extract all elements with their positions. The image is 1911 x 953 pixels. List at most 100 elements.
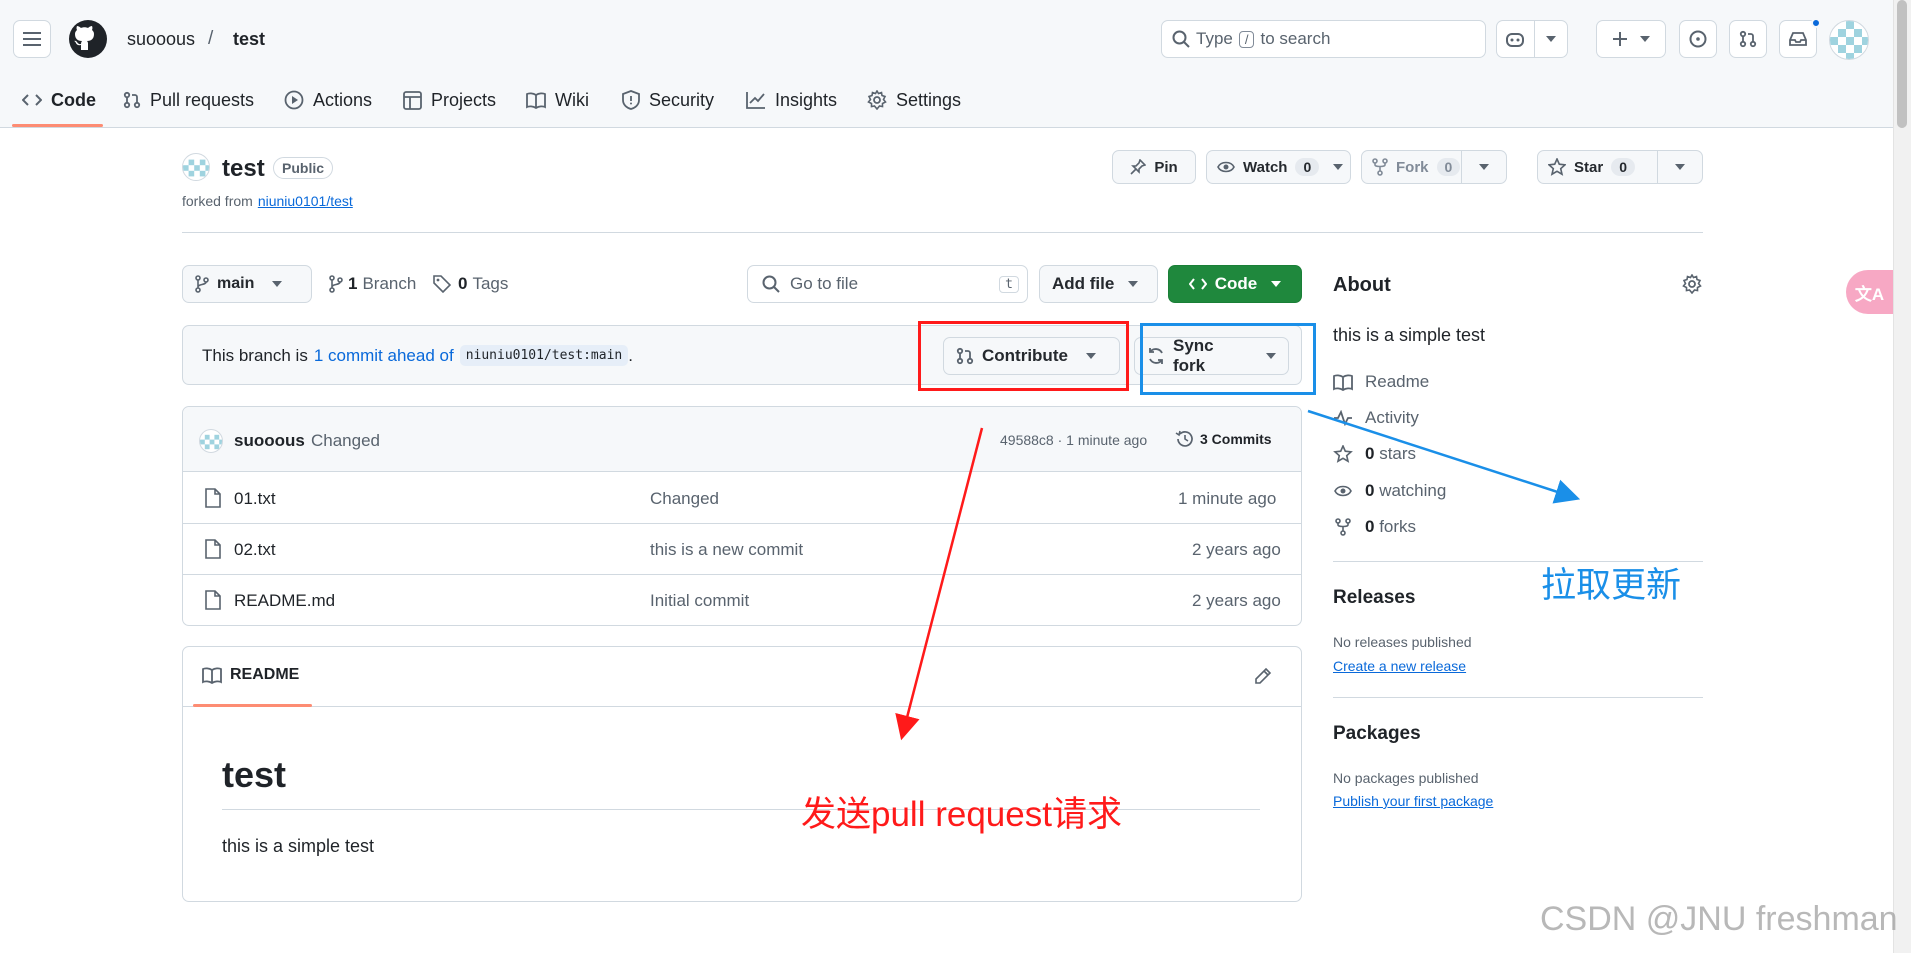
tab-actions[interactable]: Actions [284,86,372,114]
tab-settings[interactable]: Settings [867,86,961,114]
sidebar-watching-link[interactable]: 0 watching [1333,481,1446,501]
add-file-button[interactable]: Add file [1039,265,1158,303]
search-placeholder-end: to search [1260,29,1331,48]
pull-requests-button[interactable] [1729,20,1767,58]
user-avatar[interactable] [1829,20,1869,60]
commit-count: 3 Commits [1200,431,1272,447]
sidebar-stars-link[interactable]: 0 stars [1333,444,1416,464]
search-shortcut-key: / [1238,30,1255,48]
search-placeholder-start: Type [1196,29,1233,48]
chevron-down-icon [1640,36,1650,42]
fork-dropdown-button[interactable] [1461,150,1507,184]
branches-link[interactable]: 1 Branch [329,274,416,294]
go-to-file-input[interactable]: Go to file t [747,265,1028,303]
issues-button[interactable] [1679,20,1717,58]
watching-label: watching [1379,481,1447,500]
code-button[interactable]: Code [1168,265,1302,303]
git-branch-icon [195,275,209,293]
tab-label: Pull requests [150,89,255,110]
visibility-badge: Public [273,157,334,179]
star-button[interactable]: Star 0 [1537,150,1668,184]
pencil-icon[interactable] [1254,667,1272,685]
tab-label: Code [51,89,96,110]
tab-label: Actions [313,89,373,110]
stars-count: 0 [1365,444,1375,463]
tab-label: Wiki [555,89,589,110]
translate-badge[interactable]: 文A [1846,270,1893,314]
releases-heading[interactable]: Releases [1333,587,1415,609]
watch-button[interactable]: Watch 0 [1206,150,1351,184]
history-icon [1175,430,1194,448]
owner-link[interactable]: suooous [127,29,195,50]
tab-security[interactable]: Security [622,86,714,114]
commits-history-link[interactable]: 3 Commits [1175,430,1272,448]
readme-tab-label: README [230,666,300,683]
scrollbar-thumb[interactable] [1897,0,1907,128]
scrollbar-track[interactable] [1893,0,1911,953]
readme-tab[interactable]: README [202,666,299,684]
file-commit-message[interactable]: Initial commit [650,591,749,611]
row-divider [183,523,1302,524]
gear-icon[interactable] [1682,274,1702,294]
branch-selector[interactable]: main [182,265,312,303]
about-heading: About [1333,274,1391,296]
header-divider [182,232,1703,233]
upstream-ref: niuniu0101/test:main [459,345,629,366]
file-name[interactable]: 01.txt [234,489,276,509]
ahead-commits-link[interactable]: 1 commit ahead of [314,346,454,366]
star-dropdown-button[interactable] [1657,150,1703,184]
readme-box [182,646,1302,902]
packages-heading[interactable]: Packages [1333,723,1421,745]
file-commit-message[interactable]: this is a new commit [650,540,803,560]
file-name[interactable]: README.md [234,591,335,611]
inbox-icon [1789,31,1807,47]
menu-button[interactable] [13,20,51,58]
search-input[interactable]: Type / to search [1161,20,1486,58]
commit-author[interactable]: suooous [234,431,305,451]
publish-package-link[interactable]: Publish your first package [1333,793,1493,809]
releases-empty: No releases published [1333,634,1472,650]
branch-count: 1 [348,274,358,293]
sidebar-forks-link[interactable]: 0 forks [1333,517,1416,537]
chevron-down-icon [272,281,283,287]
tab-wiki[interactable]: Wiki [526,86,589,114]
commit-sha-time[interactable]: 49588c8 · 1 minute ago [1000,432,1147,448]
tab-code[interactable]: Code [22,86,96,114]
search-icon [762,275,780,293]
tags-link[interactable]: 0 Tags [433,274,508,294]
tab-projects[interactable]: Projects [403,86,496,114]
copilot-button[interactable] [1496,20,1568,58]
active-tab-underline [12,124,103,127]
pulse-icon [1333,410,1353,426]
sidebar-readme-link[interactable]: Readme [1333,372,1429,392]
forks-count: 0 [1365,517,1375,536]
branch-name: main [217,275,255,292]
tag-count-label: Tags [472,274,509,293]
chevron-down-icon [1535,36,1567,42]
pin-icon [1130,159,1147,175]
tab-label: Projects [431,89,497,110]
repo-link[interactable]: test [233,29,265,50]
tab-label: Insights [775,89,838,110]
translate-badge-text: 文A [1854,284,1885,304]
issue-opened-icon [1689,30,1707,48]
github-logo-icon[interactable] [68,19,108,59]
create-new-button[interactable] [1596,20,1666,58]
eye-icon [1333,484,1353,498]
add-file-label: Add file [1052,274,1115,293]
file-commit-time: 2 years ago [1192,591,1281,610]
repo-title[interactable]: test [222,155,265,183]
hamburger-icon [23,32,41,46]
pin-button[interactable]: Pin [1112,150,1196,184]
git-branch-icon [329,275,343,293]
create-release-link[interactable]: Create a new release [1333,658,1466,674]
tab-pull-requests[interactable]: Pull requests [123,86,254,114]
file-commit-message[interactable]: Changed [650,489,719,509]
sync-fork-highlight-box [1140,323,1316,395]
file-name[interactable]: 02.txt [234,540,276,560]
fork-label: Fork [1396,158,1429,176]
sidebar-activity-link[interactable]: Activity [1333,408,1419,428]
tab-insights[interactable]: Insights [746,86,837,114]
commit-message[interactable]: Changed [311,431,380,451]
forked-source-link[interactable]: niuniu0101/test [258,193,353,209]
